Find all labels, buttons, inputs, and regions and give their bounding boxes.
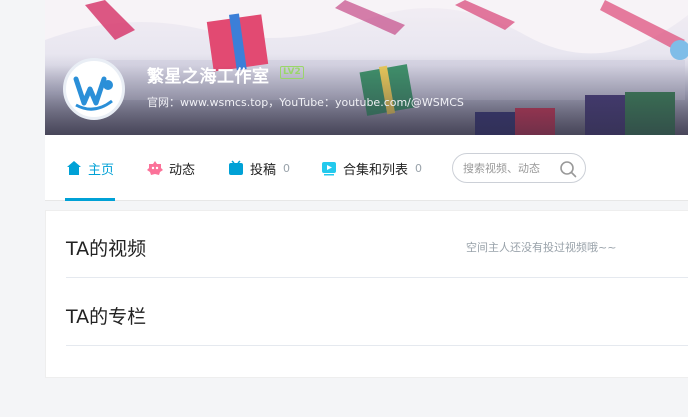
search-input[interactable] — [463, 161, 555, 175]
tab-playlists-count: 0 — [415, 161, 423, 175]
upload-icon — [229, 160, 243, 175]
tab-dynamic[interactable]: 动态 — [147, 135, 195, 201]
active-tab-indicator — [65, 198, 115, 201]
home-icon — [67, 161, 81, 175]
section-divider — [66, 345, 688, 346]
tab-home[interactable]: 主页 — [66, 135, 114, 201]
profile-sign: 官网：www.wsmcs.top，YouTube：youtube.com/@WS… — [147, 96, 464, 109]
playlist-icon — [322, 162, 336, 176]
tab-uploads-label: 投稿 — [250, 162, 277, 178]
tab-playlists[interactable]: 合集和列表 0 — [321, 135, 422, 201]
tab-uploads[interactable]: 投稿 0 — [228, 135, 290, 201]
dynamic-icon — [147, 161, 163, 175]
tab-dynamic-label: 动态 — [169, 162, 196, 178]
search-icon[interactable] — [559, 160, 577, 178]
profile-name: 繁星之海工作室 — [147, 67, 270, 87]
tab-playlists-label: 合集和列表 — [343, 162, 409, 178]
articles-section-title: TA的专栏 — [66, 306, 147, 328]
level-badge: LV2 — [280, 66, 304, 79]
avatar[interactable] — [63, 58, 125, 120]
tab-home-label: 主页 — [88, 162, 115, 178]
space-search[interactable] — [452, 153, 586, 183]
main-content: TA的视频 空间主人还没有投过视频哦~~ TA的专栏 — [45, 210, 688, 378]
wsmcs-logo-icon — [68, 63, 120, 115]
videos-section-title: TA的视频 — [66, 238, 147, 260]
profile-banner — [45, 0, 688, 135]
section-divider — [66, 277, 688, 278]
videos-empty-text: 空间主人还没有投过视频哦~~ — [466, 241, 617, 254]
tab-uploads-count: 0 — [283, 161, 291, 175]
